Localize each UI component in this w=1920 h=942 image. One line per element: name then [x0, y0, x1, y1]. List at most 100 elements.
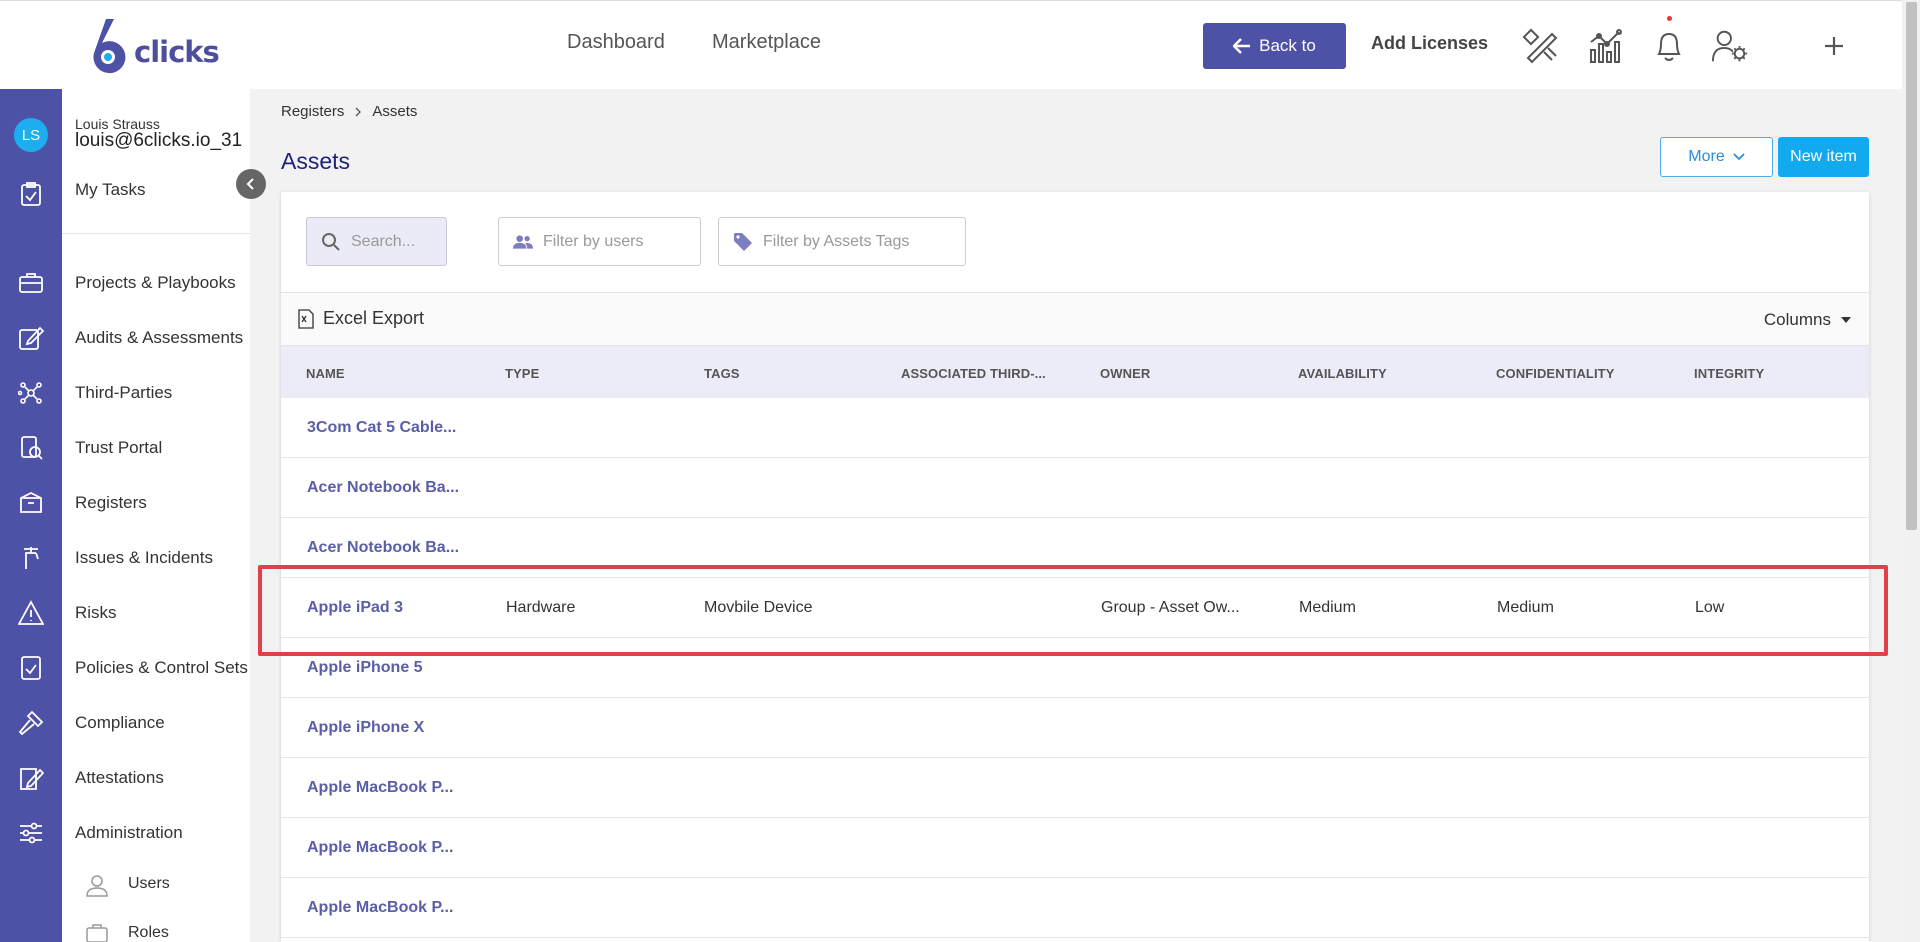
new-item-button[interactable]: New item: [1778, 137, 1869, 177]
search-input[interactable]: Search...: [306, 217, 447, 266]
column-header-tags[interactable]: TAGS: [704, 366, 740, 381]
sidebar-item-compliance[interactable]: Compliance: [75, 713, 165, 733]
chevron-right-icon: [355, 107, 362, 116]
sidebar-item-my-tasks[interactable]: My Tasks: [75, 180, 146, 200]
back-to-label: Back to: [1259, 36, 1316, 55]
page-title: Assets: [281, 148, 351, 174]
cell-name[interactable]: Apple MacBook P...: [307, 779, 453, 797]
top-bar: clicks Dashboard Marketplace Back to Add…: [0, 0, 1902, 89]
column-header-integrity[interactable]: INTEGRITY: [1694, 366, 1764, 381]
sidebar-item-audits[interactable]: Audits & Assessments: [75, 328, 243, 348]
filter-users-placeholder: Filter by users: [543, 232, 644, 250]
gavel-icon[interactable]: [18, 710, 44, 736]
user-email: louis@6clicks.io_31: [75, 130, 243, 151]
cell-name[interactable]: Apple MacBook P...: [307, 839, 453, 857]
cell-confidentiality: Medium: [1497, 599, 1554, 616]
column-header-associated-third-parties[interactable]: ASSOCIATED THIRD-...: [901, 366, 1046, 381]
issues-icon[interactable]: [18, 545, 44, 571]
column-header-owner[interactable]: OWNER: [1100, 366, 1150, 381]
edit-icon[interactable]: [18, 325, 45, 351]
table-toolbar: Excel Export Columns: [281, 292, 1869, 346]
cell-name[interactable]: 3Com Cat 5 Cable...: [307, 419, 456, 437]
caret-down-icon: [1841, 317, 1851, 323]
policies-icon[interactable]: [18, 655, 44, 681]
avatar[interactable]: LS: [14, 118, 48, 152]
cell-name[interactable]: Apple iPad 3: [307, 599, 403, 617]
sidebar-item-administration[interactable]: Administration: [75, 823, 183, 843]
scrollbar-thumb[interactable]: [1906, 2, 1917, 530]
more-button-label: More: [1688, 148, 1725, 165]
logo-text: clicks: [134, 35, 220, 69]
sidebar-item-attestations[interactable]: Attestations: [75, 768, 164, 788]
cell-availability: Medium: [1299, 599, 1356, 616]
filter-tags-input[interactable]: Filter by Assets Tags: [718, 217, 966, 266]
table-row[interactable]: Apple iPhone X: [281, 698, 1869, 758]
cell-name[interactable]: Apple MacBook P...: [307, 899, 453, 917]
page-scrollbar[interactable]: [1902, 0, 1920, 942]
cell-name[interactable]: Apple iPhone X: [307, 719, 424, 737]
column-header-type[interactable]: TYPE: [505, 366, 539, 381]
chevron-left-icon: [246, 178, 254, 190]
warning-icon[interactable]: [17, 600, 45, 626]
six-logo-icon: [93, 19, 126, 74]
icon-rail: LS: [0, 89, 62, 942]
briefcase-icon[interactable]: [18, 270, 44, 296]
more-button[interactable]: More: [1660, 137, 1773, 177]
network-icon[interactable]: [17, 380, 44, 406]
analytics-icon[interactable]: [1586, 28, 1624, 64]
table-row[interactable]: Apple iPhone 5: [281, 638, 1869, 698]
plus-icon[interactable]: [1817, 28, 1851, 64]
breadcrumb-assets: Assets: [372, 103, 418, 120]
cell-type: Hardware: [506, 599, 576, 616]
sidebar-item-policies[interactable]: Policies & Control Sets: [75, 658, 248, 678]
registers-icon[interactable]: [18, 490, 44, 516]
sidebar-subitem-roles[interactable]: Roles: [128, 924, 169, 942]
table-row[interactable]: Apple MacBook P...: [281, 758, 1869, 818]
tasks-icon[interactable]: [18, 181, 44, 207]
breadcrumb-registers[interactable]: Registers: [281, 103, 344, 120]
cell-name[interactable]: Acer Notebook Ba...: [307, 479, 459, 497]
collapse-sidebar-button[interactable]: [236, 169, 266, 199]
nav-marketplace[interactable]: Marketplace: [712, 31, 821, 54]
tag-icon: [734, 232, 752, 251]
table-row[interactable]: Acer Notebook Ba...: [281, 458, 1869, 518]
cell-name[interactable]: Acer Notebook Ba...: [307, 539, 459, 557]
cell-owner: Group - Asset Ow...: [1101, 599, 1240, 616]
attestations-icon[interactable]: [18, 765, 45, 791]
sidebar-item-risks[interactable]: Risks: [75, 603, 117, 623]
column-header-name[interactable]: NAME: [306, 366, 345, 381]
sidebar: Louis Strauss louis@6clicks.io_31 My Tas…: [62, 89, 266, 942]
sidebar-item-projects[interactable]: Projects & Playbooks: [75, 273, 236, 293]
sidebar-item-third-parties[interactable]: Third-Parties: [75, 383, 172, 403]
user-settings-icon[interactable]: [1711, 28, 1749, 64]
table-row[interactable]: 3Com Cat 5 Cable...: [281, 398, 1869, 458]
table-row[interactable]: Apple MacBook P...: [281, 878, 1869, 938]
design-icon[interactable]: [1521, 28, 1559, 64]
table-row[interactable]: Apple MacBook P...: [281, 818, 1869, 878]
columns-dropdown[interactable]: Columns: [1764, 310, 1851, 330]
table-row[interactable]: Acer Notebook Ba...: [281, 518, 1869, 578]
sidebar-item-issues[interactable]: Issues & Incidents: [75, 548, 213, 568]
roles-icon: [85, 921, 109, 942]
column-header-confidentiality[interactable]: CONFIDENTIALITY: [1496, 366, 1615, 381]
excel-export-button[interactable]: Excel Export: [297, 308, 424, 329]
table-header: NAME TYPE TAGS ASSOCIATED THIRD-... OWNE…: [281, 346, 1869, 398]
filter-users-input[interactable]: Filter by users: [498, 217, 701, 266]
excel-icon: [298, 308, 314, 329]
sliders-icon[interactable]: [18, 820, 44, 846]
cell-name[interactable]: Apple iPhone 5: [307, 659, 423, 677]
trust-portal-icon[interactable]: [18, 435, 44, 461]
sidebar-subitem-users[interactable]: Users: [128, 875, 170, 893]
logo[interactable]: clicks: [84, 17, 220, 75]
cell-integrity: Low: [1695, 599, 1725, 616]
bell-icon[interactable]: [1650, 28, 1688, 64]
sidebar-item-registers[interactable]: Registers: [75, 493, 147, 513]
add-licenses-link[interactable]: Add Licenses: [1371, 33, 1488, 54]
sidebar-item-trust-portal[interactable]: Trust Portal: [75, 438, 162, 458]
users-icon: [513, 234, 533, 249]
back-to-button[interactable]: Back to: [1203, 23, 1346, 69]
filter-bar: Search... Filter by users Filter by Asse…: [281, 192, 1869, 292]
column-header-availability[interactable]: AVAILABILITY: [1298, 366, 1387, 381]
table-row[interactable]: Apple iPad 3 Hardware Movbile Device Group …: [281, 578, 1869, 638]
nav-dashboard[interactable]: Dashboard: [567, 31, 665, 54]
